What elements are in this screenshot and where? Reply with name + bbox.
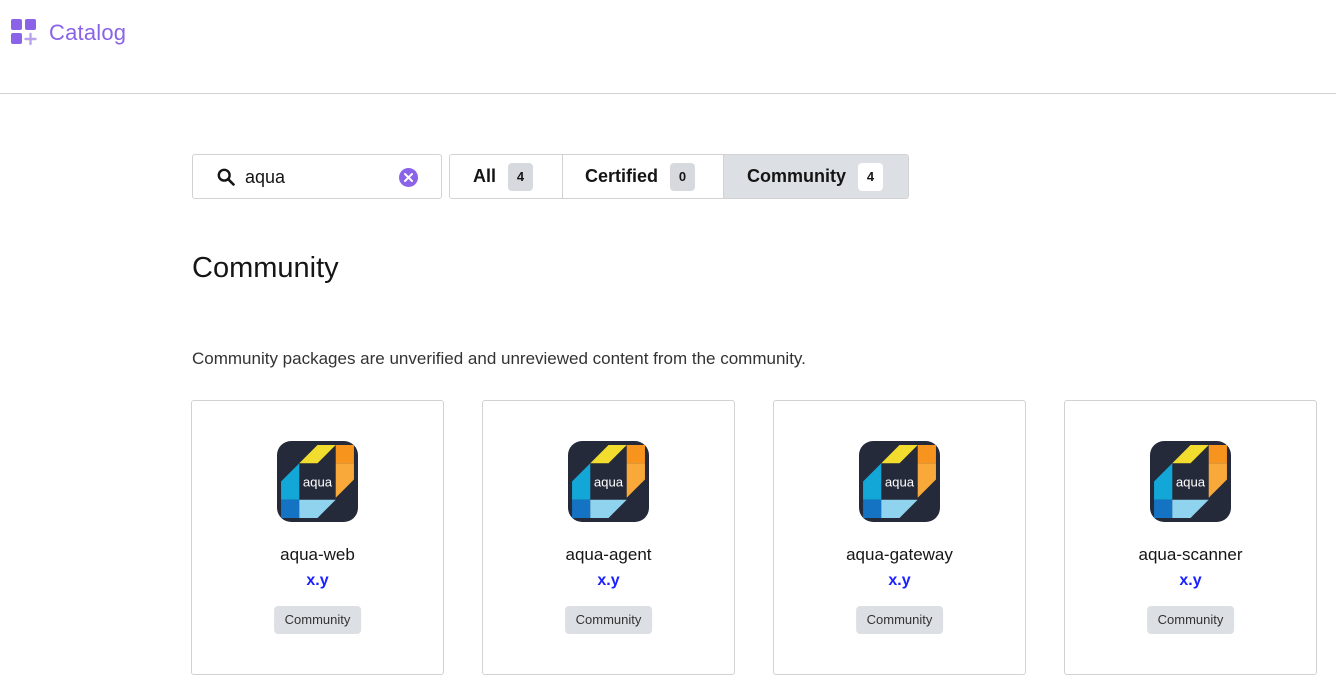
catalog-brand-link[interactable]: Catalog bbox=[11, 19, 126, 46]
aqua-logo-icon: aqua bbox=[859, 441, 940, 522]
package-card[interactable]: aqua aqua-agent x.y Community bbox=[482, 400, 735, 675]
logo-text: aqua bbox=[303, 475, 333, 490]
package-card[interactable]: aqua aqua-scanner x.y Community bbox=[1064, 400, 1317, 675]
community-badge: Community bbox=[1146, 606, 1235, 634]
package-card[interactable]: aqua aqua-web x.y Community bbox=[191, 400, 444, 675]
tab-count-badge: 4 bbox=[858, 162, 883, 191]
logo-text: aqua bbox=[594, 475, 624, 490]
section-title: Community bbox=[192, 252, 339, 284]
aqua-logo-icon: aqua bbox=[1150, 441, 1231, 522]
community-badge: Community bbox=[273, 606, 362, 634]
tab-label: All bbox=[473, 166, 497, 186]
package-name: aqua-web bbox=[280, 545, 355, 564]
search-icon bbox=[217, 168, 235, 186]
logo-text: aqua bbox=[885, 475, 915, 490]
tab-label: Community bbox=[747, 166, 846, 186]
search-box bbox=[192, 154, 442, 199]
package-version: x.y bbox=[1179, 572, 1202, 589]
package-card[interactable]: aqua aqua-gateway x.y Community bbox=[773, 400, 1026, 675]
tab-label: Certified bbox=[585, 166, 659, 186]
clear-icon bbox=[404, 173, 413, 182]
catalog-title: Catalog bbox=[49, 19, 127, 45]
tab-certified[interactable]: Certified 0 bbox=[562, 155, 723, 198]
package-name: aqua-scanner bbox=[1138, 545, 1243, 564]
package-version: x.y bbox=[597, 572, 620, 589]
community-badge: Community bbox=[564, 606, 653, 634]
package-name: aqua-gateway bbox=[846, 545, 953, 564]
community-badge: Community bbox=[855, 606, 944, 634]
tab-count-badge: 0 bbox=[670, 162, 696, 191]
catalog-grid-icon bbox=[11, 19, 37, 46]
search-input[interactable] bbox=[245, 165, 390, 189]
aqua-logo-icon: aqua bbox=[277, 441, 358, 522]
package-name: aqua-agent bbox=[565, 545, 652, 564]
section-description: Community packages are unverified and un… bbox=[192, 349, 806, 368]
top-bar: Catalog bbox=[0, 0, 1336, 94]
package-version: x.y bbox=[306, 572, 329, 589]
tab-community[interactable]: Community 4 bbox=[723, 155, 908, 198]
logo-text: aqua bbox=[1176, 475, 1206, 490]
aqua-logo-icon: aqua bbox=[568, 441, 649, 522]
clear-search-button[interactable] bbox=[399, 168, 418, 187]
tab-count-badge: 4 bbox=[508, 162, 534, 191]
tab-all[interactable]: All 4 bbox=[450, 155, 562, 198]
package-version: x.y bbox=[888, 572, 911, 589]
filter-tabs: All 4 Certified 0 Community 4 bbox=[449, 154, 909, 199]
